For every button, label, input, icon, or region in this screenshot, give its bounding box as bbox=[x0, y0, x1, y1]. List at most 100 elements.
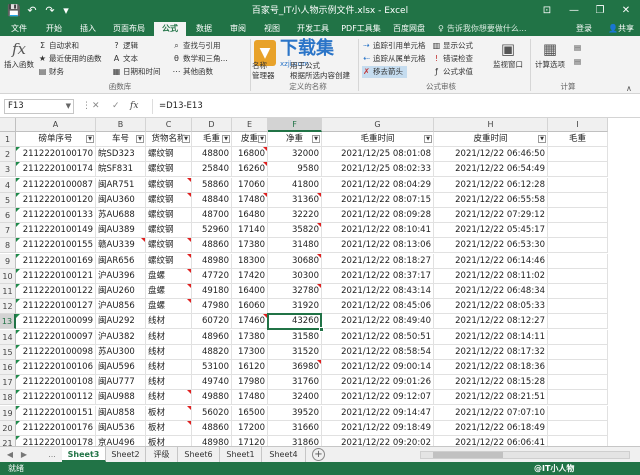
row-header[interactable]: 3 bbox=[0, 162, 16, 178]
table-cell[interactable]: 线材 bbox=[146, 360, 192, 375]
sheet-nav-prev-icon[interactable]: ◀ bbox=[4, 447, 16, 463]
table-cell[interactable]: 17420 bbox=[232, 268, 268, 284]
sheet-tab-sheet6[interactable]: Sheet6 bbox=[178, 447, 220, 462]
table-cell[interactable]: 盘螺 bbox=[146, 299, 192, 315]
table-cell[interactable]: 2112220100151 bbox=[16, 405, 96, 421]
table-cell[interactable]: 2112220100133 bbox=[16, 208, 96, 223]
insert-function-icon[interactable]: fx bbox=[130, 99, 138, 114]
table-cell[interactable]: 17060 bbox=[232, 177, 268, 193]
header-cell[interactable]: 货物名称 ▼ bbox=[146, 132, 192, 147]
table-cell[interactable]: 2021/12/22 08:11:02 bbox=[434, 268, 548, 284]
table-cell[interactable]: 2021/12/25 08:02:33 bbox=[322, 162, 434, 178]
table-cell[interactable]: 2112220100099 bbox=[16, 314, 96, 330]
recent-functions-button[interactable]: ★ 最近使用的函数 bbox=[38, 53, 102, 65]
table-cell[interactable]: 2021/12/22 08:58:54 bbox=[322, 344, 434, 360]
table-cell[interactable]: 京AU496 bbox=[96, 436, 146, 446]
table-cell[interactable]: 闽AU360 bbox=[96, 192, 146, 208]
table-cell[interactable]: 52960 bbox=[192, 223, 232, 239]
table-cell[interactable]: 闽AU596 bbox=[96, 360, 146, 375]
table-cell[interactable] bbox=[548, 390, 608, 406]
row-header[interactable]: 1 bbox=[0, 132, 16, 147]
login-link[interactable]: 登录 bbox=[576, 22, 592, 36]
table-cell[interactable]: 2021/12/22 08:13:06 bbox=[322, 238, 434, 254]
table-cell[interactable] bbox=[548, 223, 608, 239]
table-cell[interactable]: 闽AU858 bbox=[96, 405, 146, 421]
filter-dropdown-icon[interactable]: ▼ bbox=[182, 135, 190, 143]
table-cell[interactable]: 16260 bbox=[232, 162, 268, 178]
tab-formulas[interactable]: 公式 bbox=[154, 22, 186, 36]
watch-window-button[interactable]: ▣ 监视窗口 bbox=[490, 40, 526, 69]
table-cell[interactable]: 沪AU396 bbox=[96, 268, 146, 284]
show-formulas-button[interactable]: ▥ 显示公式 bbox=[432, 40, 473, 52]
table-cell[interactable]: 2112220100155 bbox=[16, 238, 96, 254]
table-cell[interactable] bbox=[548, 192, 608, 208]
table-cell[interactable]: 16120 bbox=[232, 360, 268, 375]
save-icon[interactable]: 💾 bbox=[6, 3, 22, 19]
table-cell[interactable]: 17380 bbox=[232, 329, 268, 345]
horizontal-scrollbar[interactable] bbox=[420, 451, 630, 459]
table-cell[interactable]: 2021/12/22 08:21:51 bbox=[434, 390, 548, 406]
table-cell[interactable]: 48860 bbox=[192, 420, 232, 436]
table-cell[interactable]: 2112220100174 bbox=[16, 162, 96, 178]
table-cell[interactable]: 32000 bbox=[268, 147, 322, 163]
table-cell[interactable]: 31660 bbox=[268, 420, 322, 436]
table-cell[interactable] bbox=[548, 436, 608, 446]
table-cell[interactable] bbox=[548, 284, 608, 299]
filter-dropdown-icon[interactable]: ▼ bbox=[136, 135, 144, 143]
table-cell[interactable]: 2112220100122 bbox=[16, 284, 96, 299]
table-cell[interactable]: 2021/12/22 06:18:49 bbox=[434, 420, 548, 436]
row-header[interactable]: 20 bbox=[0, 420, 16, 436]
table-cell[interactable]: 49180 bbox=[192, 284, 232, 299]
financial-button[interactable]: ▤ 财务 bbox=[38, 66, 64, 78]
row-header[interactable]: 6 bbox=[0, 208, 16, 223]
table-cell[interactable]: 2021/12/22 06:54:49 bbox=[434, 162, 548, 178]
table-cell[interactable] bbox=[548, 405, 608, 421]
more-functions-button[interactable]: ⋯ 其他函数 bbox=[172, 66, 214, 78]
table-cell[interactable]: 48980 bbox=[192, 253, 232, 269]
table-cell[interactable] bbox=[548, 314, 608, 330]
sheet-more-button[interactable]: ... bbox=[44, 447, 60, 463]
share-button[interactable]: 👤共享 bbox=[608, 22, 634, 36]
row-header[interactable]: 18 bbox=[0, 390, 16, 406]
math-button[interactable]: θ 数学和三角... bbox=[172, 53, 228, 65]
row-header[interactable]: 5 bbox=[0, 192, 16, 208]
row-header[interactable]: 4 bbox=[0, 177, 16, 193]
row-header[interactable]: 8 bbox=[0, 238, 16, 254]
scrollbar-thumb[interactable] bbox=[433, 452, 503, 458]
formula-input[interactable]: =D13-E13 bbox=[152, 99, 636, 114]
column-header-i[interactable]: I bbox=[548, 118, 608, 132]
table-cell[interactable]: 17460 bbox=[232, 314, 268, 330]
table-cell[interactable]: 2021/12/22 08:18:36 bbox=[434, 360, 548, 375]
table-cell[interactable]: 2021/12/22 08:14:11 bbox=[434, 329, 548, 345]
table-cell[interactable]: 31520 bbox=[268, 344, 322, 360]
name-manager-button-2[interactable]: 管理器 bbox=[252, 70, 275, 82]
table-cell[interactable]: 2112220100170 bbox=[16, 147, 96, 163]
table-cell[interactable]: 板材 bbox=[146, 436, 192, 446]
undo-icon[interactable]: ↶ bbox=[24, 3, 40, 19]
table-cell[interactable]: 皖SD323 bbox=[96, 147, 146, 163]
tab-insert[interactable]: 插入 bbox=[72, 22, 104, 36]
table-cell[interactable] bbox=[548, 375, 608, 391]
table-cell[interactable] bbox=[548, 177, 608, 193]
table-cell[interactable] bbox=[548, 360, 608, 375]
fill-handle[interactable] bbox=[319, 326, 324, 332]
table-cell[interactable]: 闽AU988 bbox=[96, 390, 146, 406]
table-cell[interactable]: 58860 bbox=[192, 177, 232, 193]
table-cell[interactable]: 16400 bbox=[232, 284, 268, 299]
table-cell[interactable]: 2021/12/22 09:12:07 bbox=[322, 390, 434, 406]
table-cell[interactable]: 2112220100121 bbox=[16, 268, 96, 284]
table-cell[interactable]: 螺纹钢 bbox=[146, 253, 192, 269]
row-header[interactable]: 10 bbox=[0, 268, 16, 284]
table-cell[interactable]: 48960 bbox=[192, 329, 232, 345]
row-header[interactable]: 11 bbox=[0, 284, 16, 299]
chevron-down-icon[interactable]: ▼ bbox=[66, 100, 71, 113]
table-cell[interactable]: 30300 bbox=[268, 268, 322, 284]
tab-pdf-tools[interactable]: PDF工具集 bbox=[338, 22, 384, 36]
table-cell[interactable]: 32220 bbox=[268, 208, 322, 223]
table-cell[interactable]: 沪AU382 bbox=[96, 329, 146, 345]
filter-dropdown-icon[interactable]: ▼ bbox=[258, 135, 266, 143]
column-header-f[interactable]: F bbox=[268, 118, 322, 132]
table-cell[interactable]: 31360 bbox=[268, 192, 322, 208]
table-cell[interactable] bbox=[548, 420, 608, 436]
restore-button[interactable]: ❐ bbox=[587, 0, 613, 22]
